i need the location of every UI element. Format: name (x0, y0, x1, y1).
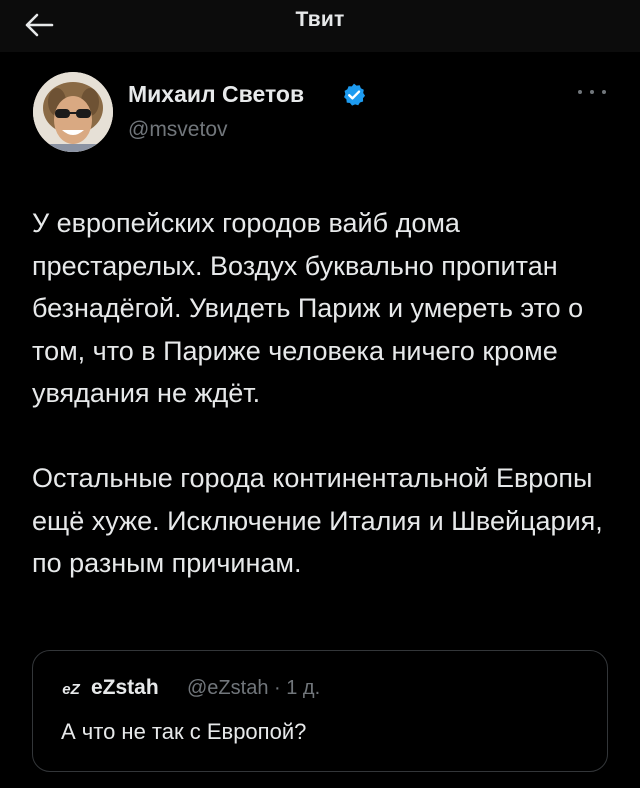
more-options-button[interactable] (578, 82, 606, 102)
more-dot-icon (602, 90, 606, 94)
tweet-paragraph: У европейских городов вайб дома престаре… (32, 208, 584, 408)
quote-text: А что не так с Европой? (61, 719, 307, 744)
top-bar: Твит (0, 0, 640, 52)
avatar[interactable] (33, 72, 113, 152)
tweet-text: У европейских городов вайб дома престаре… (32, 202, 612, 585)
quote-author-meta: @eZstah · 1 д. (187, 677, 321, 699)
avatar-photo (33, 72, 113, 152)
quote-author-name: eZstah (91, 676, 159, 699)
more-dot-icon (578, 90, 582, 94)
quote-avatar-logo: eZ (62, 680, 80, 698)
quoted-tweet[interactable]: eZ eZstah @eZstah · 1 д. А что не так с … (32, 650, 608, 772)
tweet-paragraph: Остальные города континентальной Европы … (32, 463, 603, 578)
author-name[interactable]: Михаил Светов (128, 81, 304, 108)
author-handle[interactable]: @msvetov (128, 118, 228, 142)
more-dot-icon (590, 90, 594, 94)
page-title: Твит (295, 8, 345, 31)
verified-badge-icon (344, 83, 366, 106)
